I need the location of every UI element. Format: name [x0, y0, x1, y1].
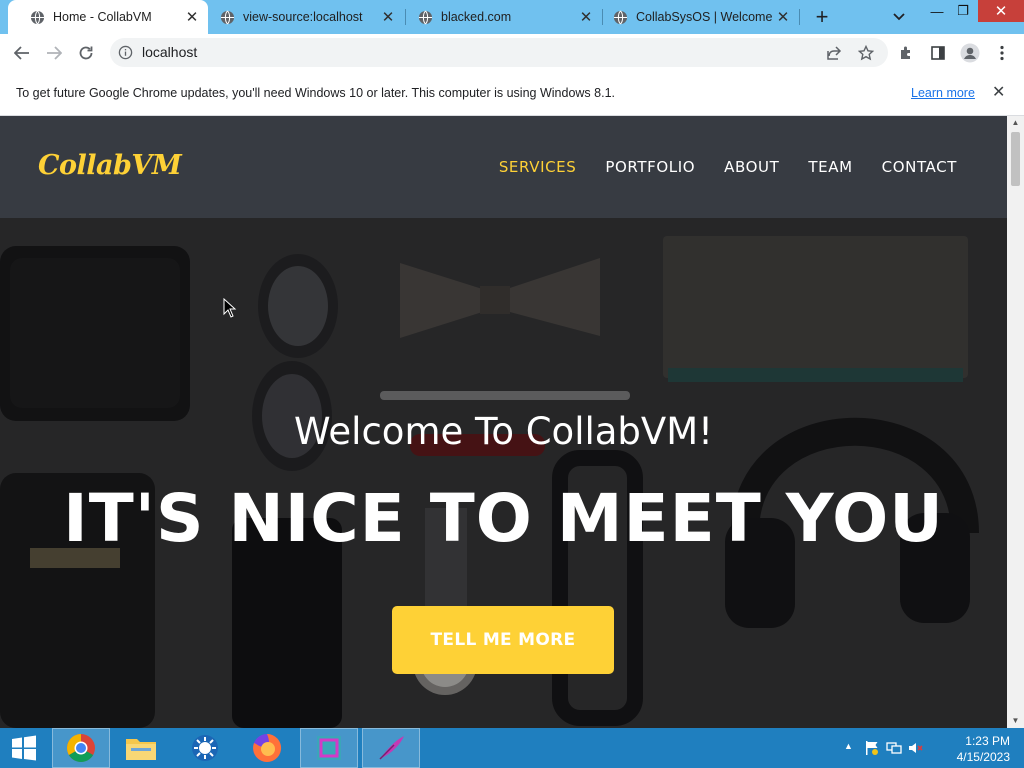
nav-team[interactable]: TEAM [808, 158, 852, 176]
windows-taskbar: ▲ 1:23 PM 4/15/2023 [0, 728, 1024, 768]
star-icon[interactable] [854, 41, 878, 65]
extensions-icon[interactable] [894, 41, 918, 65]
nav-contact[interactable]: CONTACT [882, 158, 957, 176]
share-icon[interactable] [822, 41, 846, 65]
tab-close-icon[interactable]: ✕ [378, 8, 398, 26]
globe-icon [220, 10, 235, 25]
screen: Home - CollabVM ✕ view-source:localhost … [0, 0, 1024, 768]
address-text: localhost [142, 44, 198, 60]
page-viewport: CollabVM SERVICES PORTFOLIO ABOUT TEAM C… [0, 116, 1007, 728]
tab-close-icon[interactable]: ✕ [773, 8, 793, 26]
hero-heading: IT'S NICE TO MEET YOU [63, 480, 944, 557]
tab-collabsysos[interactable]: CollabSysOS | Welcome ✕ [603, 0, 799, 34]
learn-more-link[interactable]: Learn more [911, 86, 975, 100]
profile-icon[interactable] [958, 41, 982, 65]
system-tray: ▲ 1:23 PM 4/15/2023 [844, 728, 1024, 768]
app-square-icon[interactable] [300, 728, 358, 768]
firefox-icon[interactable] [238, 728, 296, 768]
address-bar[interactable]: localhost [110, 38, 888, 67]
tell-me-more-button[interactable]: TELL ME MORE [392, 606, 614, 674]
forward-icon[interactable] [42, 41, 66, 65]
nav-about[interactable]: ABOUT [724, 158, 779, 176]
side-panel-icon[interactable] [926, 41, 950, 65]
reload-icon[interactable] [74, 41, 98, 65]
globe-icon [613, 10, 628, 25]
settings-sun-icon[interactable] [176, 728, 234, 768]
globe-icon [418, 10, 433, 25]
globe-icon [30, 10, 45, 25]
nav-services[interactable]: SERVICES [499, 158, 577, 176]
feather-app-icon[interactable] [362, 728, 420, 768]
mouse-cursor-icon [223, 298, 237, 318]
action-center-flag-icon[interactable] [864, 740, 880, 756]
menu-icon[interactable] [990, 41, 1014, 65]
network-icon[interactable] [886, 740, 902, 756]
tab-strip: Home - CollabVM ✕ view-source:localhost … [0, 0, 1024, 34]
file-explorer-icon[interactable] [112, 728, 170, 768]
tab-blacked[interactable]: blacked.com ✕ [406, 0, 602, 34]
scrollbar-thumb[interactable] [1011, 132, 1020, 186]
windows-start-icon[interactable] [0, 728, 48, 768]
scroll-up-arrow-icon[interactable]: ▲ [1007, 116, 1024, 130]
restore-button[interactable]: ❐ [950, 0, 976, 22]
tray-expand-icon[interactable]: ▲ [844, 741, 860, 757]
tab-search-chevron-icon[interactable] [888, 6, 910, 28]
tab-close-icon[interactable]: ✕ [182, 8, 202, 26]
tab-separator [799, 9, 800, 25]
update-infobar: To get future Google Chrome updates, you… [0, 71, 1024, 116]
tab-title: view-source:localhost [243, 10, 363, 24]
tab-title: CollabSysOS | Welcome [636, 10, 773, 24]
clock-time: 1:23 PM [965, 734, 1010, 748]
hero-subheading: Welcome To CollabVM! [294, 410, 713, 453]
tab-title: Home - CollabVM [53, 10, 152, 24]
scroll-down-arrow-icon[interactable]: ▼ [1007, 714, 1024, 728]
infobar-close-icon[interactable]: ✕ [992, 82, 1005, 102]
nav-portfolio[interactable]: PORTFOLIO [605, 158, 695, 176]
minimize-button[interactable]: — [924, 0, 950, 22]
site-logo[interactable]: CollabVM [38, 150, 182, 181]
infobar-message: To get future Google Chrome updates, you… [16, 86, 615, 100]
site-navbar: CollabVM SERVICES PORTFOLIO ABOUT TEAM C… [0, 116, 1007, 218]
tab-home-collabvm[interactable]: Home - CollabVM ✕ [8, 0, 208, 34]
info-icon[interactable] [118, 45, 133, 60]
back-icon[interactable] [10, 41, 34, 65]
clock-date: 4/15/2023 [956, 750, 1010, 764]
volume-muted-icon[interactable] [908, 740, 924, 756]
tab-close-icon[interactable]: ✕ [576, 8, 596, 26]
site-nav: SERVICES PORTFOLIO ABOUT TEAM CONTACT [499, 158, 957, 176]
browser-toolbar: localhost [0, 34, 1024, 71]
chrome-icon[interactable] [52, 728, 110, 768]
tab-title: blacked.com [441, 10, 512, 24]
new-tab-button[interactable]: + [810, 4, 834, 30]
hero-section: Welcome To CollabVM! IT'S NICE TO MEET Y… [0, 218, 1007, 728]
system-clock[interactable]: 1:23 PM 4/15/2023 [957, 733, 1010, 765]
page-scrollbar[interactable]: ▲ ▼ [1007, 116, 1024, 728]
tab-view-source[interactable]: view-source:localhost ✕ [208, 0, 404, 34]
window-close-button[interactable]: ✕ [978, 0, 1024, 22]
